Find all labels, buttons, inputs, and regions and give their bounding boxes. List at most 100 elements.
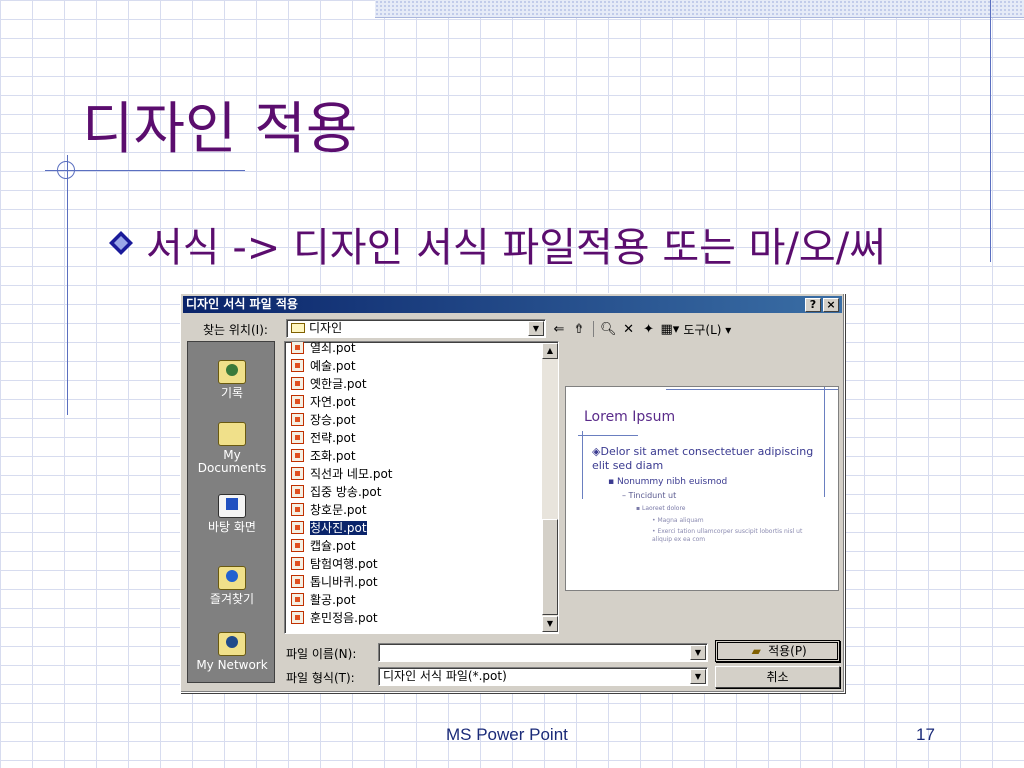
file-type-dropdown[interactable]: 디자인 서식 파일(*.pot) ▼: [378, 667, 708, 686]
file-name-input[interactable]: ▼: [378, 643, 708, 662]
file-name-label: 파일 이름(N):: [286, 647, 357, 661]
help-button[interactable]: ?: [805, 298, 821, 312]
dialog-title: 디자인 서식 파일 적용: [186, 297, 298, 311]
place-label: 기록: [220, 386, 244, 400]
scroll-thumb[interactable]: [542, 519, 558, 615]
apply-button[interactable]: ▰ 적용(P): [715, 640, 840, 662]
desktop-icon: [218, 494, 246, 518]
bullet-text: 서식 -> 디자인 서식 파일적용 또는 마/오/써: [146, 225, 886, 271]
file-name: 열쇠.pot: [310, 341, 356, 355]
preview-line-text: Nonummy nibh euismod: [616, 477, 728, 487]
file-item[interactable]: 톱니바퀴.pot: [291, 573, 378, 591]
place-desktop[interactable]: 바탕 화면: [188, 494, 276, 534]
file-item[interactable]: 장승.pot: [291, 411, 356, 429]
preview-line-text: Tincidunt ut: [628, 491, 677, 500]
cancel-button[interactable]: 취소: [715, 666, 840, 688]
place-my-network[interactable]: My Network: [188, 632, 276, 672]
tools-menu[interactable]: 도구(L) ▾: [683, 321, 731, 338]
file-item-selected[interactable]: 청사진.pot: [291, 519, 367, 537]
file-name: 캡슐.pot: [310, 539, 356, 553]
place-label: 즐겨찾기: [209, 592, 255, 606]
my-documents-icon: [218, 422, 246, 446]
dialog-toolbar: ⇐ ⇮ 🔍︎ ✕ ✦ ▦▾ 도구(L) ▾: [551, 318, 731, 340]
look-in-label: 찾는 위치(I):: [203, 323, 268, 337]
dialog-titlebar[interactable]: 디자인 서식 파일 적용 ? ×: [183, 296, 842, 313]
file-item[interactable]: 직선과 네모.pot: [291, 465, 393, 483]
preview-line: – Tincidunt ut: [622, 491, 677, 500]
pot-file-icon: [291, 377, 304, 390]
file-item[interactable]: 훈민정음.pot: [291, 609, 378, 627]
design-preview: Lorem Ipsum ◈Delor sit amet consectetuer…: [565, 386, 839, 591]
file-name: 전략.pot: [310, 431, 356, 445]
pot-file-icon: [291, 449, 304, 462]
back-arrow-icon[interactable]: ⇐: [551, 322, 567, 337]
delete-icon[interactable]: ✕: [621, 322, 637, 337]
file-item[interactable]: 탐험여행.pot: [291, 555, 378, 573]
file-name: 집중 방송.pot: [310, 485, 382, 499]
decor-vertical-line-left: [67, 155, 68, 415]
preview-line: • Exerci tation ullamcorper suscipit lob…: [652, 528, 803, 543]
file-name: 톱니바퀴.pot: [310, 575, 378, 589]
pot-file-icon: [291, 342, 304, 354]
chevron-down-icon[interactable]: ▼: [690, 645, 706, 660]
favorites-icon: [218, 566, 246, 590]
chevron-down-icon[interactable]: ▼: [528, 321, 544, 336]
footer-title: MS Power Point: [446, 725, 568, 744]
pot-file-icon: [291, 557, 304, 570]
file-item[interactable]: 집중 방송.pot: [291, 483, 381, 501]
place-favorites[interactable]: 즐겨찾기: [188, 566, 276, 606]
apply-design-dialog: 디자인 서식 파일 적용 ? × 찾는 위치(I): 디자인 ▼ ⇐ ⇮ 🔍︎ …: [180, 293, 845, 693]
file-list[interactable]: 열쇠.pot 예술.pot 옛한글.pot 자연.pot 장승.pot 전략.p…: [284, 341, 559, 634]
pot-file-icon: [291, 359, 304, 372]
chevron-down-icon[interactable]: ▼: [690, 669, 706, 684]
file-name: 예술.pot: [310, 359, 356, 373]
decor-horizontal-line: [45, 170, 245, 171]
file-item[interactable]: 활공.pot: [291, 591, 356, 609]
file-name: 직선과 네모.pot: [310, 467, 393, 481]
look-in-value: 디자인: [309, 321, 343, 335]
decor-circle: [57, 161, 75, 179]
up-folder-icon[interactable]: ⇮: [571, 322, 587, 337]
preview-title: Lorem Ipsum: [584, 409, 676, 425]
file-item[interactable]: 예술.pot: [291, 357, 356, 375]
file-list-scrollbar[interactable]: ▲ ▼: [542, 343, 558, 632]
file-name: 조화.pot: [310, 449, 356, 463]
slide-title: 디자인 적용: [82, 97, 358, 162]
file-name: 탐험여행.pot: [310, 557, 378, 571]
pot-file-icon: [291, 611, 304, 624]
place-history[interactable]: 기록: [188, 360, 276, 400]
file-name: 자연.pot: [310, 395, 356, 409]
pot-file-icon: [291, 395, 304, 408]
pot-file-icon: [291, 467, 304, 480]
web-search-icon[interactable]: 🔍︎: [600, 322, 617, 337]
pot-file-icon: [291, 575, 304, 588]
toolbar-separator: [593, 321, 594, 337]
scroll-up-icon[interactable]: ▲: [542, 343, 558, 359]
file-item[interactable]: 전략.pot: [291, 429, 356, 447]
new-folder-icon[interactable]: ✦: [641, 322, 657, 337]
place-my-documents[interactable]: My Documents: [188, 422, 276, 475]
apply-button-label: 적용(P): [768, 644, 807, 658]
pot-file-icon: [291, 593, 304, 606]
preview-decor-line: [824, 387, 825, 497]
close-button[interactable]: ×: [823, 298, 839, 312]
file-item[interactable]: 캡슐.pot: [291, 537, 356, 555]
page-number: 17: [916, 725, 935, 744]
preview-decor-line: [578, 435, 638, 436]
scroll-down-icon[interactable]: ▼: [542, 616, 558, 632]
preview-line: ◈Delor sit amet consectetuer adipiscing …: [592, 445, 832, 473]
file-name: 장승.pot: [310, 413, 356, 427]
file-item[interactable]: 옛한글.pot: [291, 375, 367, 393]
pot-file-icon: [291, 431, 304, 444]
places-bar: 기록 My Documents 바탕 화면 즐겨찾기 My Network: [187, 341, 275, 683]
views-icon[interactable]: ▦▾: [661, 322, 680, 337]
look-in-dropdown[interactable]: 디자인 ▼: [286, 319, 546, 338]
place-label: My Documents: [197, 448, 267, 475]
file-item[interactable]: 조화.pot: [291, 447, 356, 465]
file-name: 청사진.pot: [310, 521, 367, 535]
file-item[interactable]: 열쇠.pot: [291, 341, 356, 357]
pot-file-icon: [291, 485, 304, 498]
file-item[interactable]: 자연.pot: [291, 393, 356, 411]
preview-line-text: Delor sit amet consectetuer adipiscing e…: [592, 445, 814, 472]
file-item[interactable]: 창호문.pot: [291, 501, 367, 519]
